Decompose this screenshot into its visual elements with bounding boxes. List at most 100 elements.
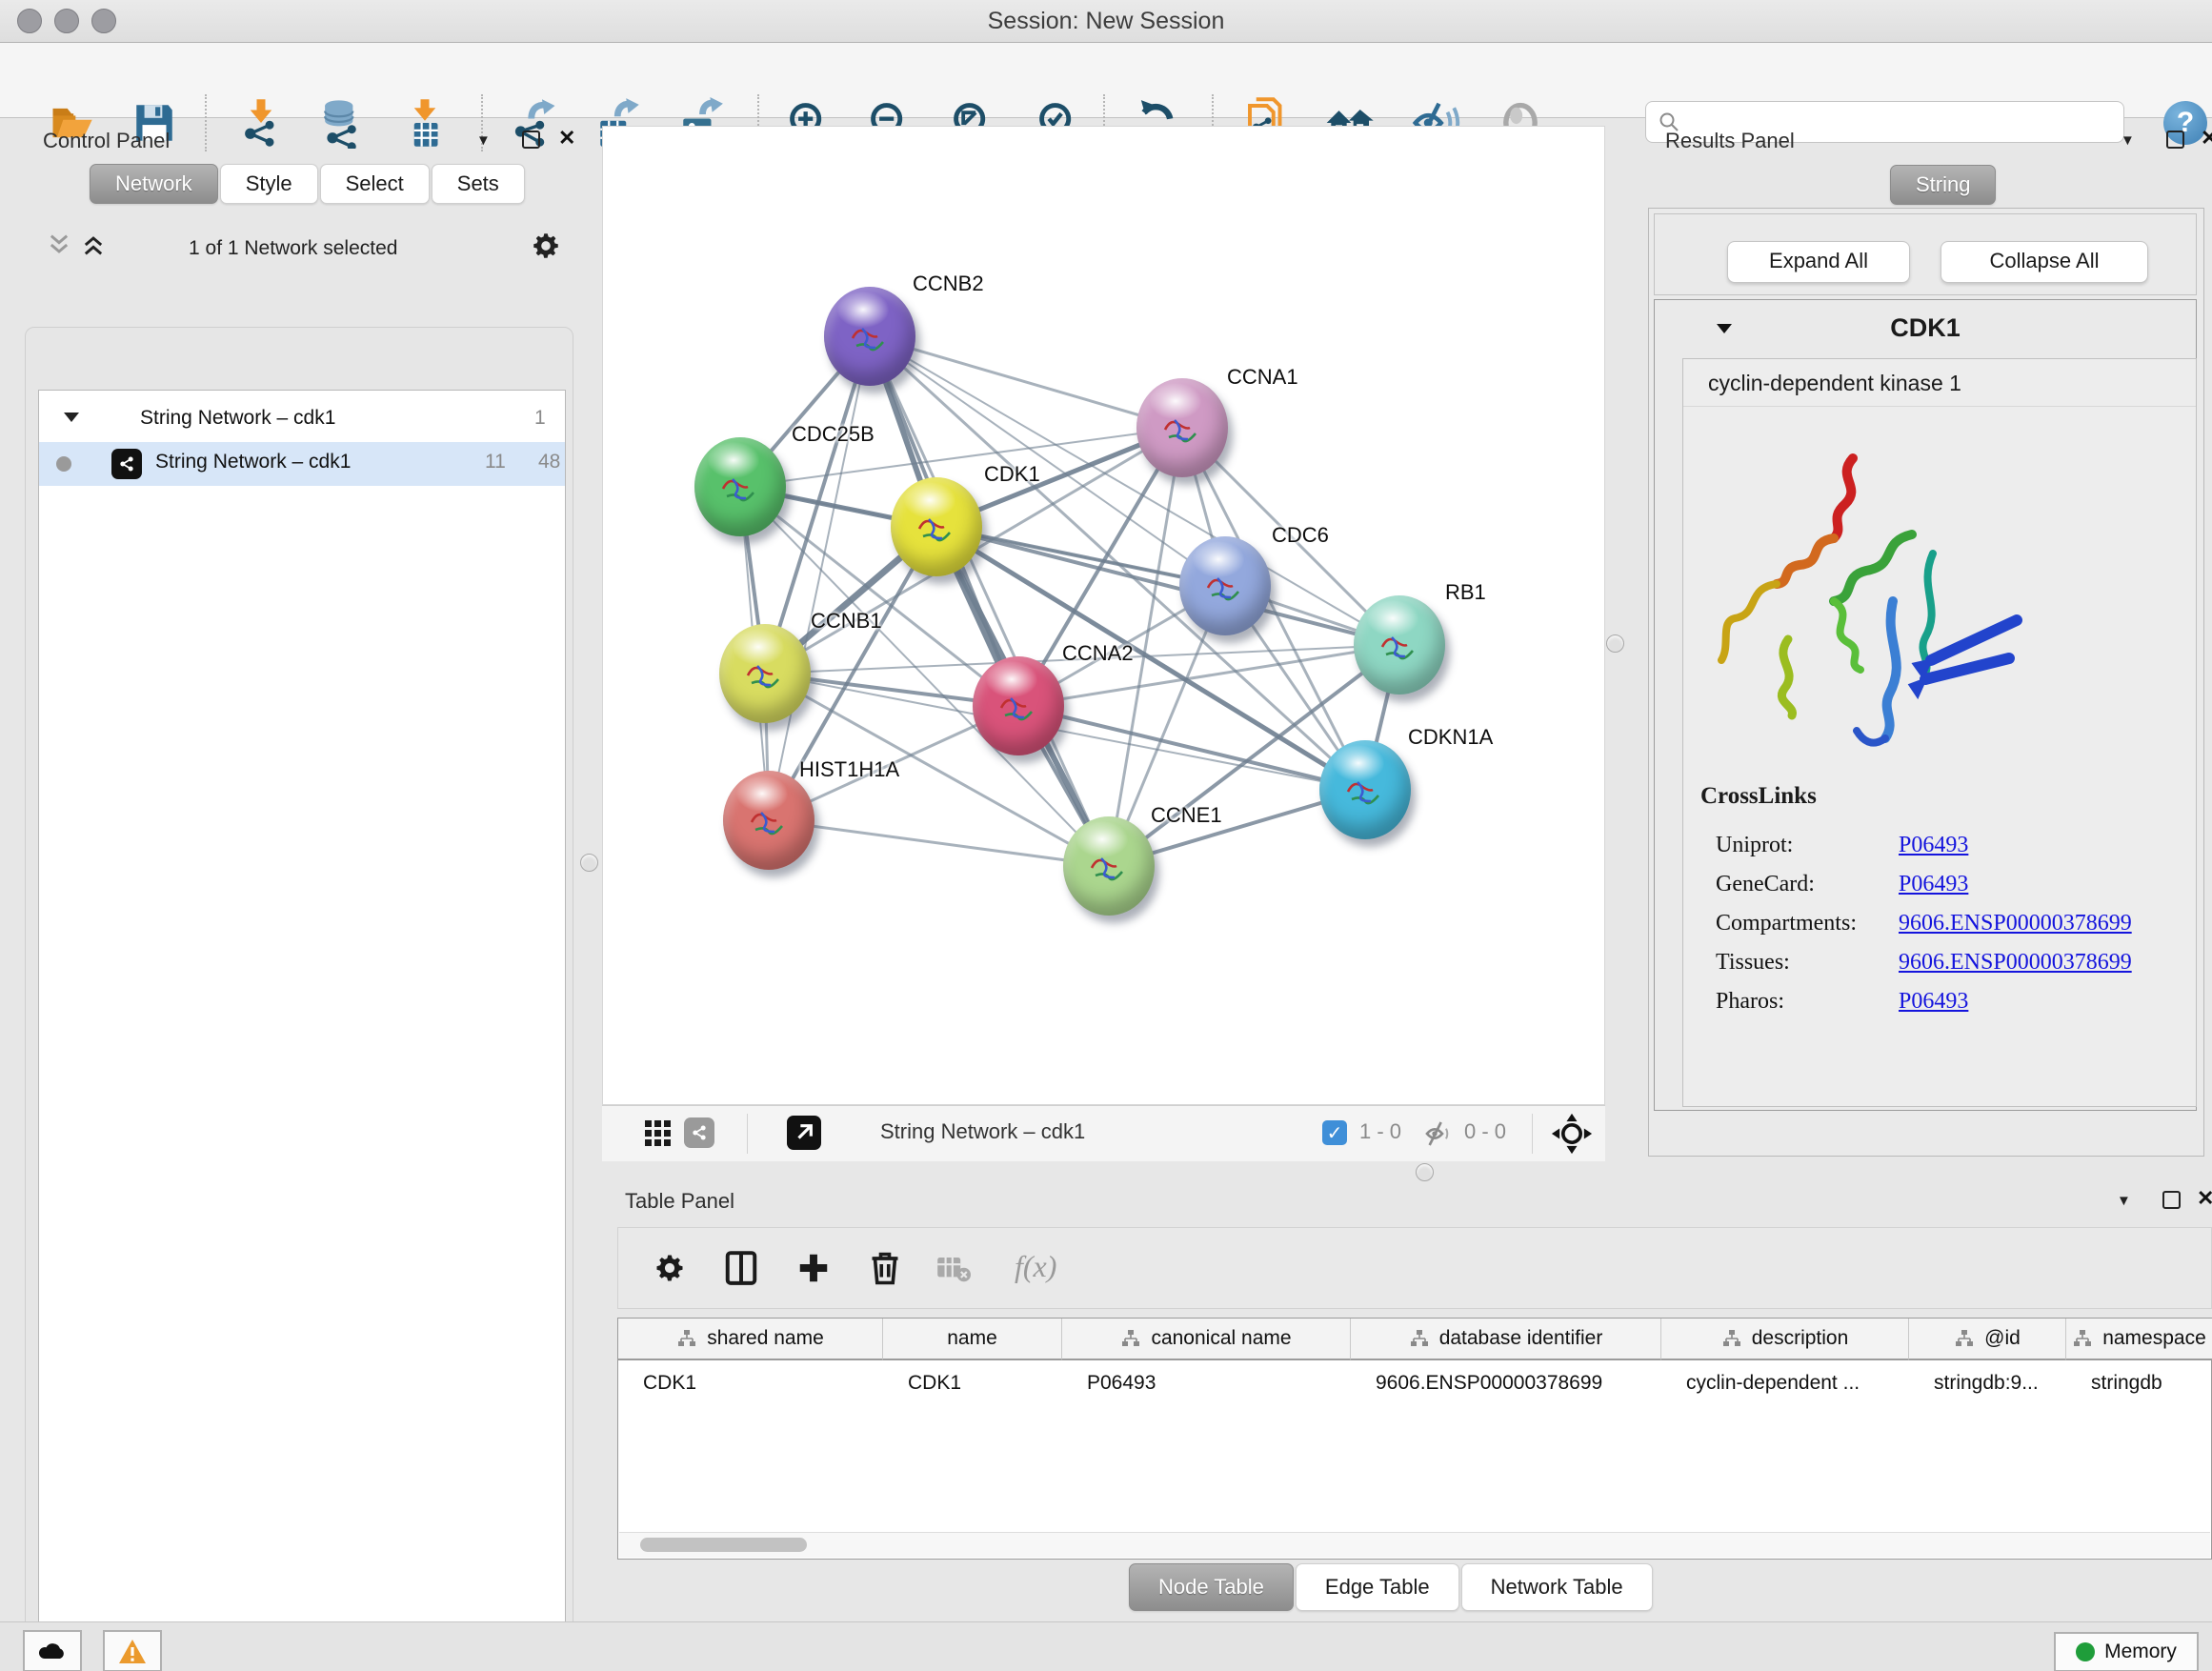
cell-shared-name[interactable]: CDK1 (618, 1362, 883, 1404)
node-CDC25B[interactable] (694, 437, 786, 536)
edge-HIST1H1A-CCNE1[interactable] (769, 820, 1109, 866)
edge-CDK1-RB1[interactable] (936, 527, 1399, 645)
column-header-namespace[interactable]: namespace (2066, 1319, 2212, 1360)
control-panel-tabs: NetworkStyleSelectSets (90, 164, 527, 204)
node-label-CDK1: CDK1 (984, 462, 1040, 487)
network-view-toolbar: String Network – cdk1 ✓ 1 - 0 0 - 0 (602, 1105, 1605, 1161)
cell--id[interactable]: stringdb:9... (1909, 1362, 2066, 1404)
tab-select[interactable]: Select (320, 164, 430, 204)
cell-description[interactable]: cyclin-dependent ... (1661, 1362, 1909, 1404)
column-header-database-identifier[interactable]: database identifier (1351, 1319, 1661, 1360)
edge-CCNB2-CCNA1[interactable] (870, 336, 1182, 428)
memory-button[interactable]: Memory (2054, 1632, 2199, 1671)
close-panel-icon[interactable]: ✕ (2201, 131, 2212, 145)
expand-all-icon[interactable] (80, 232, 107, 263)
float-panel-icon[interactable] (522, 131, 540, 149)
node-HIST1H1A[interactable] (723, 771, 814, 870)
right-splitter-handle[interactable] (1606, 634, 1624, 653)
cell-namespace[interactable]: stringdb (2066, 1362, 2212, 1404)
float-panel-icon[interactable] (2162, 1191, 2181, 1209)
network-collection-row[interactable]: String Network – cdk1 1 (39, 398, 565, 442)
column-header-name[interactable]: name (883, 1319, 1062, 1360)
crosslink-link[interactable]: 9606.ENSP00000378699 (1899, 911, 2132, 936)
network-share-icon[interactable] (684, 1117, 714, 1148)
cloud-button[interactable] (23, 1630, 82, 1671)
crosshair-icon[interactable] (1551, 1113, 1593, 1159)
gene-description: cyclin-dependent kinase 1 (1683, 359, 2196, 407)
node-CDK1[interactable] (891, 477, 982, 576)
add-column-icon[interactable] (795, 1249, 832, 1292)
gear-icon[interactable] (530, 230, 562, 267)
warnings-button[interactable] (103, 1630, 162, 1671)
node-RB1[interactable] (1354, 595, 1445, 695)
network-row-selected[interactable]: String Network – cdk1 11 48 (39, 442, 565, 486)
network-view-canvas[interactable]: CCNB2CCNA1CDC25BCDK1CDC6RB1CCNB1CCNA2CDK… (602, 126, 1605, 1105)
column-header-shared-name[interactable]: shared name (618, 1319, 883, 1360)
cell-canonical-name[interactable]: P06493 (1062, 1362, 1351, 1404)
column-header--id[interactable]: @id (1909, 1319, 2066, 1360)
panel-menu-caret-icon[interactable]: ▼ (2121, 132, 2135, 149)
node-CDC6[interactable] (1179, 536, 1271, 635)
cell-database-identifier[interactable]: 9606.ENSP00000378699 (1351, 1362, 1661, 1404)
node-CCNB1[interactable] (719, 624, 811, 723)
tab-sets[interactable]: Sets (432, 164, 525, 204)
crosslink-link[interactable]: P06493 (1899, 833, 1968, 858)
crosslink-row: Uniprot:P06493 (1716, 833, 2196, 858)
grid-view-icon[interactable] (644, 1119, 673, 1153)
node-CCNA2[interactable] (973, 656, 1064, 755)
network-label: String Network – cdk1 (155, 451, 351, 473)
tab-style[interactable]: Style (220, 164, 318, 204)
crosslink-link[interactable]: 9606.ENSP00000378699 (1899, 950, 2132, 976)
crosslink-link[interactable]: P06493 (1899, 872, 1968, 897)
table-toolbar: f(x) (617, 1227, 2212, 1309)
delete-column-icon[interactable] (868, 1247, 902, 1292)
column-header-description[interactable]: description (1661, 1319, 1909, 1360)
tab-network-table[interactable]: Network Table (1461, 1563, 1653, 1611)
node-label-CDC25B: CDC25B (792, 422, 875, 447)
gear-icon[interactable] (653, 1251, 687, 1290)
node-CCNB2[interactable] (824, 287, 915, 386)
network-view-title: String Network – cdk1 (880, 1119, 1085, 1144)
panel-menu-caret-icon[interactable]: ▼ (476, 132, 491, 149)
float-panel-icon[interactable] (2166, 131, 2184, 149)
tab-node-table[interactable]: Node Table (1129, 1563, 1294, 1611)
node-label-CCNA2: CCNA2 (1062, 641, 1134, 666)
window-title: Session: New Session (0, 0, 2212, 42)
collapse-caret-icon[interactable] (62, 410, 81, 430)
crosslink-label: GeneCard: (1716, 872, 1899, 897)
close-panel-icon[interactable]: ✕ (558, 131, 575, 145)
birdseye-view-icon[interactable] (787, 1116, 821, 1150)
control-panel-title: Control Panel (43, 129, 170, 153)
tab-edge-table[interactable]: Edge Table (1296, 1563, 1459, 1611)
close-panel-icon[interactable]: ✕ (2197, 1191, 2212, 1205)
function-builder-icon: f(x) (1015, 1249, 1056, 1284)
tab-network[interactable]: Network (90, 164, 218, 204)
node-table: shared namenamecanonical namedatabase id… (617, 1318, 2212, 1560)
crosslink-row: Compartments:9606.ENSP00000378699 (1716, 911, 2196, 936)
table-horizontal-scrollbar[interactable] (619, 1532, 2210, 1558)
expand-all-button[interactable]: Expand All (1727, 241, 1910, 283)
memory-label: Memory (2104, 1641, 2177, 1663)
memory-status-dot (2076, 1642, 2095, 1661)
column-header-canonical-name[interactable]: canonical name (1062, 1319, 1351, 1360)
left-splitter-handle[interactable] (580, 854, 598, 872)
node-CDKN1A[interactable] (1319, 740, 1411, 839)
cell-name[interactable]: CDK1 (883, 1362, 1062, 1404)
collapse-all-icon[interactable] (46, 232, 72, 263)
node-CCNE1[interactable] (1063, 816, 1155, 916)
node-label-CDKN1A: CDKN1A (1408, 725, 1493, 750)
crosslink-link[interactable]: P06493 (1899, 989, 1968, 1015)
node-label-CCNB2: CCNB2 (913, 272, 984, 296)
scrollbar-thumb[interactable] (640, 1538, 807, 1552)
node-CCNA1[interactable] (1136, 378, 1228, 477)
tab-string[interactable]: String (1890, 165, 1996, 205)
split-columns-icon[interactable] (723, 1249, 759, 1292)
edge-CCNB2-CCNE1[interactable] (870, 336, 1109, 866)
edge-CCNA2-CDKN1A[interactable] (1018, 706, 1365, 790)
crosslink-row: GeneCard:P06493 (1716, 872, 2196, 897)
selected-checkbox-icon[interactable]: ✓ (1322, 1120, 1347, 1145)
bottom-splitter-handle[interactable] (1416, 1163, 1434, 1181)
collapse-all-button[interactable]: Collapse All (1941, 241, 2148, 283)
hidden-eye-icon[interactable] (1423, 1118, 1454, 1154)
panel-menu-caret-icon[interactable]: ▼ (2117, 1193, 2131, 1209)
